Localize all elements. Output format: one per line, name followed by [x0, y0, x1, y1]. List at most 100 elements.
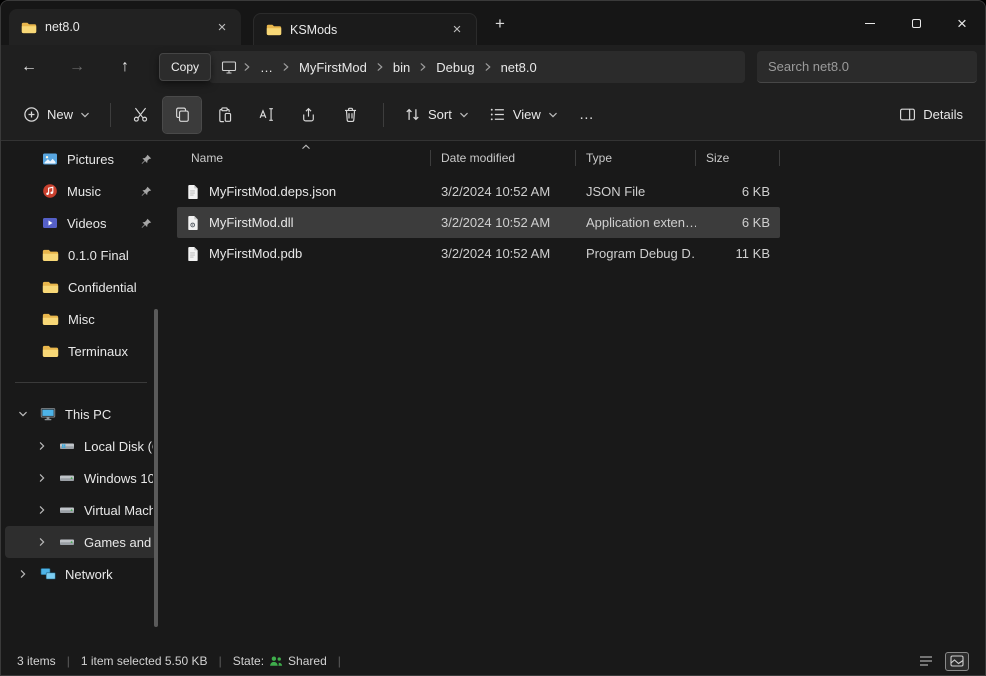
sidebar-item-videos[interactable]: Videos [5, 207, 157, 239]
network-icon [40, 566, 56, 582]
tab-net8[interactable]: net8.0 × [9, 9, 241, 45]
breadcrumb: … MyFirstMod bin Debug net8.0 [209, 51, 745, 83]
tab-close-icon[interactable]: × [446, 19, 468, 41]
sidebar-item-network[interactable]: Network [5, 558, 157, 590]
sidebar-item-label: This PC [65, 407, 153, 422]
maximize-button[interactable] [893, 1, 939, 45]
sidebar-item-windows10-drive[interactable]: Windows 10 (D [5, 462, 157, 494]
breadcrumb-item-net8[interactable]: net8.0 [494, 55, 544, 79]
chevron-right-icon[interactable] [34, 505, 50, 515]
cut-icon [132, 106, 149, 123]
chevron-down-icon [80, 110, 90, 120]
paste-button[interactable] [205, 97, 243, 133]
sidebar-item-folder[interactable]: Terminaux [5, 335, 157, 367]
sidebar-item-folder[interactable]: Misc [5, 303, 157, 335]
up-button[interactable]: ↑ [105, 51, 145, 83]
chevron-right-icon[interactable] [34, 473, 50, 483]
window-controls: × [847, 1, 985, 45]
file-row-selected[interactable]: MyFirstMod.dll 3/2/2024 10:52 AM Applica… [177, 207, 780, 238]
column-header-name[interactable]: Name [177, 150, 431, 166]
folder-icon [42, 248, 59, 262]
search-input[interactable] [768, 59, 966, 74]
breadcrumb-item-debug[interactable]: Debug [429, 55, 481, 79]
new-tab-button[interactable]: + [485, 9, 515, 39]
chevron-right-icon[interactable] [34, 537, 50, 547]
command-toolbar: New Sort View [1, 89, 985, 141]
close-button[interactable]: × [939, 1, 985, 45]
sidebar-item-label: Pictures [67, 152, 131, 167]
sidebar-item-games-drive[interactable]: Games and Wo [5, 526, 157, 558]
details-pane-icon [899, 106, 916, 123]
more-options-button[interactable]: … [568, 97, 606, 133]
column-header-type[interactable]: Type [576, 150, 696, 166]
sidebar-item-folder[interactable]: Confidential [5, 271, 157, 303]
search-box[interactable] [757, 51, 977, 83]
file-date-modified: 3/2/2024 10:52 AM [431, 184, 576, 199]
column-headers: Name Date modified Type Size [177, 145, 780, 171]
file-size: 6 KB [696, 184, 780, 199]
sidebar-item-label: Windows 10 (D [84, 471, 153, 486]
file-name: MyFirstMod.dll [209, 215, 294, 230]
copy-tooltip: Copy [159, 53, 211, 81]
tab-label: KSMods [290, 23, 438, 37]
breadcrumb-ellipsis[interactable]: … [253, 55, 280, 79]
new-button-label: New [47, 107, 73, 122]
sidebar-item-label: Misc [68, 312, 153, 327]
titlebar: net8.0 × KSMods × + × [1, 1, 985, 45]
column-header-size[interactable]: Size [696, 150, 780, 166]
file-size: 6 KB [696, 215, 780, 230]
this-pc-icon [40, 406, 56, 422]
state-label: State: [233, 654, 264, 668]
file-date-modified: 3/2/2024 10:52 AM [431, 246, 576, 261]
file-row[interactable]: MyFirstMod.pdb 3/2/2024 10:52 AM Program… [177, 238, 780, 269]
folder-icon [266, 23, 282, 36]
sidebar-item-this-pc[interactable]: This PC [5, 398, 157, 430]
sidebar-item-music[interactable]: Music [5, 175, 157, 207]
sort-button[interactable]: Sort [394, 97, 479, 133]
chevron-down-icon[interactable] [15, 409, 31, 419]
file-name: MyFirstMod.pdb [209, 246, 302, 261]
sidebar-item-pictures[interactable]: Pictures [5, 143, 157, 175]
copy-button[interactable] [163, 97, 201, 133]
this-pc-icon[interactable] [221, 59, 237, 75]
chevron-right-icon [418, 62, 428, 72]
ellipsis-icon: … [579, 106, 595, 123]
pin-icon [140, 153, 153, 166]
breadcrumb-item-bin[interactable]: bin [386, 55, 417, 79]
file-explorer-window: net8.0 × KSMods × + × ← → ↑ Copy [0, 0, 986, 676]
thumbnail-view-toggle[interactable] [945, 652, 969, 671]
rename-button[interactable] [247, 97, 285, 133]
details-pane-button[interactable]: Details [889, 97, 973, 133]
pin-icon [140, 185, 153, 198]
cut-button[interactable] [121, 97, 159, 133]
status-divider: | [67, 654, 70, 668]
pdb-file-icon [185, 246, 200, 262]
column-header-date-modified[interactable]: Date modified [431, 150, 576, 166]
sidebar-item-label: Games and Wo [84, 535, 153, 550]
videos-icon [42, 215, 58, 231]
view-button[interactable]: View [479, 97, 568, 133]
delete-button[interactable] [331, 97, 369, 133]
sidebar-item-virtual-machines-drive[interactable]: Virtual Machin [5, 494, 157, 526]
state-value: Shared [288, 654, 327, 668]
sidebar-item-folder[interactable]: 0.1.0 Final [5, 239, 157, 271]
toolbar-divider [383, 103, 384, 127]
details-pane-label: Details [923, 107, 963, 122]
minimize-button[interactable] [847, 1, 893, 45]
chevron-right-icon[interactable] [34, 441, 50, 451]
chevron-right-icon[interactable] [15, 569, 31, 579]
new-button[interactable]: New [13, 97, 100, 133]
sidebar-item-local-disk-c[interactable]: Local Disk (C:) [5, 430, 157, 462]
tab-close-icon[interactable]: × [211, 16, 233, 38]
view-button-label: View [513, 107, 541, 122]
file-row[interactable]: MyFirstMod.deps.json 3/2/2024 10:52 AM J… [177, 176, 780, 207]
tab-ksmods[interactable]: KSMods × [253, 13, 477, 45]
back-button[interactable]: ← [9, 51, 49, 83]
sidebar-scrollbar[interactable] [154, 309, 158, 627]
forward-button[interactable]: → [57, 51, 97, 83]
sidebar-item-label: Local Disk (C:) [84, 439, 153, 454]
file-name: MyFirstMod.deps.json [209, 184, 336, 199]
breadcrumb-item-myfirstmod[interactable]: MyFirstMod [292, 55, 374, 79]
details-view-toggle[interactable] [914, 652, 938, 671]
share-button[interactable] [289, 97, 327, 133]
